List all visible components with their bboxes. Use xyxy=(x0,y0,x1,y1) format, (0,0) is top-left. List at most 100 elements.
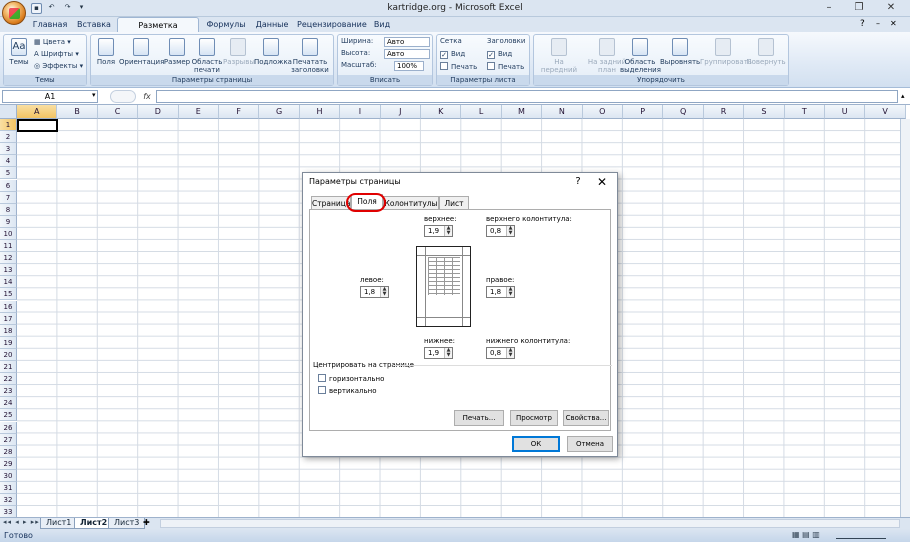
orientation-button[interactable]: Ориентация xyxy=(119,38,164,66)
column-header[interactable]: L xyxy=(461,105,502,119)
row-header[interactable]: 20 xyxy=(0,348,17,361)
column-header[interactable]: M xyxy=(501,105,543,119)
align-button[interactable]: Выровнять xyxy=(660,38,700,66)
row-header[interactable]: 5 xyxy=(0,167,17,180)
column-header[interactable]: P xyxy=(623,105,664,119)
tab-page[interactable]: Страница xyxy=(311,196,351,209)
row-header[interactable]: 19 xyxy=(0,336,17,349)
tab-view[interactable]: Вид xyxy=(368,17,396,32)
minimize-icon[interactable]: – xyxy=(816,1,842,15)
column-header[interactable]: S xyxy=(744,105,785,119)
column-header[interactable]: E xyxy=(178,105,219,119)
column-header[interactable]: D xyxy=(138,105,179,119)
help-icon[interactable]: ? xyxy=(860,19,865,29)
print-button[interactable]: Печать... xyxy=(454,410,504,426)
scale-input[interactable]: 100% xyxy=(394,61,424,71)
row-header[interactable]: 13 xyxy=(0,264,17,277)
tab-insert[interactable]: Вставка xyxy=(74,17,114,32)
row-header[interactable]: 6 xyxy=(0,179,17,192)
width-select[interactable]: Авто xyxy=(384,37,430,47)
row-header[interactable]: 28 xyxy=(0,445,17,458)
row-header[interactable]: 31 xyxy=(0,482,17,495)
headings-print-checkbox[interactable]: Печать xyxy=(487,62,524,73)
ribbon-close-icon[interactable]: ✕ xyxy=(890,19,897,28)
sheet-tab-3[interactable]: Лист3 xyxy=(108,518,146,529)
tab-home[interactable]: Главная xyxy=(30,17,70,32)
column-header[interactable]: I xyxy=(340,105,381,119)
row-header[interactable]: 24 xyxy=(0,397,17,410)
row-header[interactable]: 9 xyxy=(0,215,17,228)
row-header[interactable]: 17 xyxy=(0,312,17,325)
row-header[interactable]: 8 xyxy=(0,203,17,216)
tab-sheet[interactable]: Лист xyxy=(439,196,469,209)
restore-icon[interactable]: ❐ xyxy=(846,1,872,15)
top-margin-input[interactable]: 1,9 ▲ ▼ xyxy=(424,225,453,237)
dialog-close-icon[interactable]: ✕ xyxy=(593,173,611,191)
column-header[interactable]: O xyxy=(582,105,623,119)
column-header[interactable]: T xyxy=(784,105,825,119)
cancel-button[interactable]: Отмена xyxy=(567,436,613,452)
properties-button[interactable]: Свойства... xyxy=(563,410,609,426)
left-margin-input[interactable]: 1,8 ▲ ▼ xyxy=(360,286,389,298)
row-header[interactable]: 14 xyxy=(0,276,17,289)
select-all-corner[interactable] xyxy=(0,105,17,119)
row-header[interactable]: 22 xyxy=(0,373,17,386)
row-header[interactable]: 10 xyxy=(0,227,17,240)
row-header[interactable]: 27 xyxy=(0,433,17,446)
ribbon-minimize-icon[interactable]: – xyxy=(876,19,880,28)
name-box-dropdown-icon[interactable]: ▾ xyxy=(92,91,96,99)
spinner-icon[interactable]: ▲ ▼ xyxy=(506,226,514,236)
row-header[interactable]: 25 xyxy=(0,409,17,422)
headings-view-checkbox[interactable]: ✓ Вид xyxy=(487,49,512,60)
row-header[interactable]: 7 xyxy=(0,191,17,204)
horizontal-scrollbar[interactable] xyxy=(160,519,900,528)
name-box[interactable]: A1 xyxy=(2,90,98,103)
colors-button[interactable]: ▦ Цвета ▾ xyxy=(34,37,71,48)
column-header[interactable]: U xyxy=(825,105,866,119)
spinner-icon[interactable]: ▲ ▼ xyxy=(380,287,388,297)
rotate-button[interactable]: Повернуть xyxy=(746,38,786,66)
row-header[interactable]: 23 xyxy=(0,385,17,398)
grid-view-checkbox[interactable]: ✓ Вид xyxy=(440,49,465,60)
column-header[interactable]: R xyxy=(703,105,745,119)
ok-button[interactable]: ОК xyxy=(512,436,560,452)
breaks-button[interactable]: Разрывы xyxy=(223,38,255,66)
column-header[interactable]: A xyxy=(17,105,58,119)
center-vertically-checkbox[interactable]: вертикально xyxy=(318,386,376,395)
row-header[interactable]: 2 xyxy=(0,131,17,144)
new-sheet-icon[interactable]: ✚ xyxy=(143,518,150,527)
spinner-icon[interactable]: ▲ ▼ xyxy=(506,287,514,297)
footer-margin-input[interactable]: 0,8 ▲ ▼ xyxy=(486,347,515,359)
themes-button[interactable]: Aa Темы xyxy=(6,38,32,66)
spinner-icon[interactable]: ▲ ▼ xyxy=(444,226,452,236)
column-header[interactable]: Q xyxy=(663,105,704,119)
close-window-icon[interactable]: ✕ xyxy=(878,1,904,15)
column-header[interactable]: C xyxy=(97,105,139,119)
fonts-button[interactable]: A Шрифты ▾ xyxy=(34,49,79,60)
column-header[interactable]: H xyxy=(299,105,341,119)
column-header[interactable]: N xyxy=(542,105,583,119)
selection-pane-button[interactable]: Область выделения xyxy=(620,38,661,74)
column-header[interactable]: J xyxy=(380,105,421,119)
tab-formulas[interactable]: Формулы xyxy=(204,17,248,32)
view-buttons[interactable]: ▦ ▤ ▥ xyxy=(792,530,820,539)
dialog-help-icon[interactable]: ? xyxy=(571,173,585,191)
grid-print-checkbox[interactable]: Печать xyxy=(440,62,477,73)
row-header[interactable]: 21 xyxy=(0,361,17,374)
expand-formula-icon[interactable]: ▴ xyxy=(901,92,905,100)
row-header[interactable]: 29 xyxy=(0,457,17,470)
size-button[interactable]: Размер xyxy=(163,38,191,66)
row-header[interactable]: 18 xyxy=(0,324,17,337)
office-button[interactable] xyxy=(2,1,26,25)
bottom-margin-input[interactable]: 1,9 ▲ ▼ xyxy=(424,347,453,359)
row-header[interactable]: 12 xyxy=(0,252,17,265)
print-titles-button[interactable]: Печатать заголовки xyxy=(289,38,331,74)
tab-review[interactable]: Рецензирование xyxy=(297,17,367,32)
row-header[interactable]: 30 xyxy=(0,469,17,482)
sheet-tab-1[interactable]: Лист1 xyxy=(40,518,78,529)
height-select[interactable]: Авто xyxy=(384,49,430,59)
column-header[interactable]: K xyxy=(421,105,462,119)
formula-input[interactable] xyxy=(156,90,898,103)
vertical-scrollbar[interactable] xyxy=(900,119,910,517)
margins-button[interactable]: Поля xyxy=(93,38,119,66)
